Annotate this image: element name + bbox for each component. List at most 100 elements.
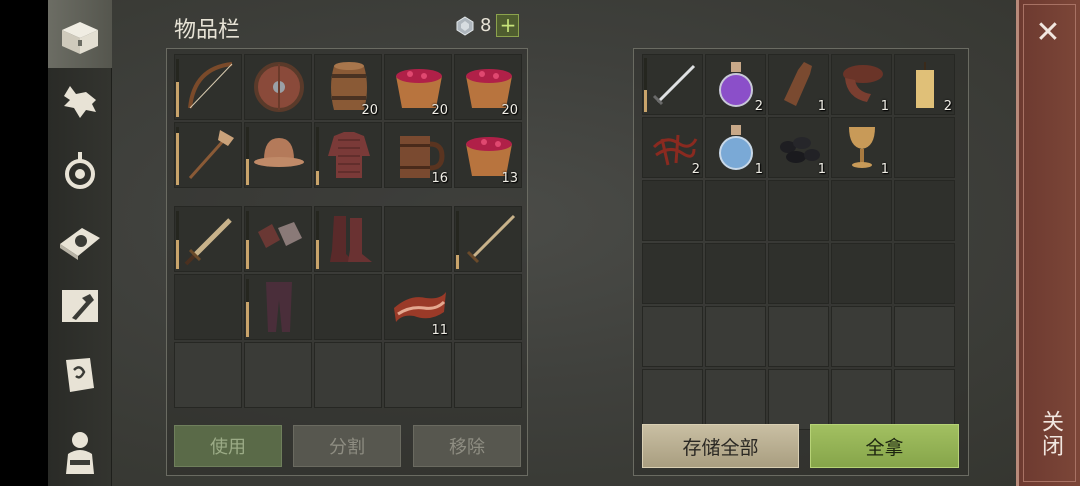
- storage-slot-fibers[interactable]: 2: [642, 117, 703, 178]
- item-quantity: 2: [754, 99, 763, 114]
- inventory-slot-berry-bowl[interactable]: 20: [384, 54, 452, 120]
- inventory-slot-berry-bowl[interactable]: 20: [454, 54, 522, 120]
- add-currency-button[interactable]: +: [496, 14, 520, 37]
- storage-slot-candle[interactable]: 2: [894, 54, 955, 115]
- durability-bar: [246, 211, 249, 269]
- durability-bar: [176, 211, 179, 269]
- storage-slot-empty[interactable]: [894, 117, 955, 178]
- inventory-slot-locked: [244, 342, 312, 408]
- durability-bar: [316, 127, 319, 185]
- storage-slot-locked: [768, 369, 829, 430]
- storage-slot-locked: [894, 369, 955, 430]
- bow-icon: [188, 62, 233, 109]
- leather-icon: [843, 65, 883, 102]
- storage-slot-empty[interactable]: [894, 180, 955, 241]
- longsword-icon: [466, 214, 516, 264]
- close-icon[interactable]: ✕: [1032, 18, 1064, 50]
- bottle-icon: [784, 62, 812, 106]
- sidebar-item-wolf[interactable]: [48, 68, 112, 136]
- inventory-slot-berry-bowl[interactable]: 13: [454, 122, 522, 188]
- candle-icon: [916, 62, 934, 108]
- item-quantity: 20: [431, 103, 448, 118]
- inventory-slot-shield[interactable]: [244, 54, 312, 120]
- inventory-slot-sword[interactable]: [174, 206, 242, 272]
- potion-icon: [719, 62, 753, 107]
- inventory-slot-helmet[interactable]: [244, 122, 312, 188]
- item-quantity: 11: [431, 323, 448, 338]
- inventory-slot-bacon[interactable]: 11: [384, 274, 452, 340]
- durability-bar: [176, 127, 179, 185]
- inventory-slot-empty[interactable]: [384, 206, 452, 272]
- inventory-slot-chainmail[interactable]: [314, 122, 382, 188]
- use-button[interactable]: 使用: [174, 425, 282, 467]
- inventory-slot-gloves[interactable]: [244, 206, 312, 272]
- inventory-slot-empty[interactable]: [174, 274, 242, 340]
- inventory-title: 物品栏: [174, 18, 241, 43]
- pants-icon: [266, 282, 292, 332]
- take-all-button[interactable]: 全拿: [810, 424, 959, 468]
- inventory-slot-mug[interactable]: 16: [384, 122, 452, 188]
- store-all-button[interactable]: 存储全部: [642, 424, 799, 468]
- storage-slot-empty[interactable]: [642, 180, 703, 241]
- storage-slot-purple-potion[interactable]: 2: [705, 54, 766, 115]
- currency-display: 8 +: [455, 14, 520, 37]
- target-icon: [65, 152, 95, 189]
- storage-slot-goblet[interactable]: 1: [831, 117, 892, 178]
- split-button[interactable]: 分割: [293, 425, 401, 467]
- durability-bar: [644, 58, 647, 112]
- storage-slot-empty[interactable]: [894, 243, 955, 304]
- sidebar-item-character[interactable]: [48, 418, 112, 486]
- storage-slot-bottle[interactable]: 1: [768, 54, 829, 115]
- character-icon: [66, 432, 94, 474]
- storage-slot-locked: [642, 306, 703, 367]
- storage-slot-locked: [768, 306, 829, 367]
- sword-icon: [184, 218, 232, 266]
- item-quantity: 16: [431, 171, 448, 186]
- storage-slot-empty[interactable]: [642, 243, 703, 304]
- storage-slot-empty[interactable]: [705, 180, 766, 241]
- item-quantity: 20: [361, 103, 378, 118]
- sidebar-item-craft[interactable]: [48, 272, 112, 340]
- storage-slot-empty[interactable]: [831, 243, 892, 304]
- chainmail-icon: [328, 132, 370, 178]
- storage-slot-coal[interactable]: 1: [768, 117, 829, 178]
- inventory-slot-long-sword[interactable]: [454, 206, 522, 272]
- storage-slot-empty[interactable]: [705, 243, 766, 304]
- item-quantity: 1: [880, 162, 889, 177]
- storage-slot-empty[interactable]: [768, 180, 829, 241]
- sword-icon: [652, 64, 696, 106]
- inventory-slot-barrel[interactable]: 20: [314, 54, 382, 120]
- storage-slot-sword[interactable]: [642, 54, 703, 115]
- inventory-top-grid: 20 20 20 16 13: [174, 54, 522, 188]
- storage-slot-locked: [894, 306, 955, 367]
- item-quantity: 1: [817, 162, 826, 177]
- remove-button[interactable]: 移除: [413, 425, 521, 467]
- item-quantity: 1: [880, 99, 889, 114]
- inventory-slot-empty[interactable]: [454, 274, 522, 340]
- storage-slot-empty[interactable]: [768, 243, 829, 304]
- inventory-slot-locked: [454, 342, 522, 408]
- inventory-slot-empty[interactable]: [314, 274, 382, 340]
- durability-bar: [246, 127, 249, 185]
- inventory-slot-pants[interactable]: [244, 274, 312, 340]
- sidebar: [48, 0, 112, 486]
- inventory-slot-boots[interactable]: [314, 206, 382, 272]
- potion-icon: [719, 125, 753, 170]
- sidebar-item-skills[interactable]: [48, 204, 112, 272]
- inventory-bottom-grid: 11: [174, 206, 522, 408]
- inventory-slot-bow[interactable]: [174, 54, 242, 120]
- currency-count: 8: [480, 15, 492, 36]
- inventory-slot-locked: [174, 342, 242, 408]
- sidebar-item-target[interactable]: [48, 136, 112, 204]
- storage-slot-leather[interactable]: 1: [831, 54, 892, 115]
- sidebar-item-quests[interactable]: [48, 340, 112, 408]
- item-quantity: 2: [943, 99, 952, 114]
- sun-book-icon: [60, 228, 100, 260]
- storage-slot-empty[interactable]: [831, 180, 892, 241]
- storage-slot-water-potion[interactable]: 1: [705, 117, 766, 178]
- wolf-icon: [64, 86, 96, 118]
- fiber-icon: [652, 134, 698, 166]
- sidebar-item-chest[interactable]: [48, 0, 112, 68]
- close-label[interactable]: 关闭: [1030, 410, 1066, 458]
- inventory-slot-shovel[interactable]: [174, 122, 242, 188]
